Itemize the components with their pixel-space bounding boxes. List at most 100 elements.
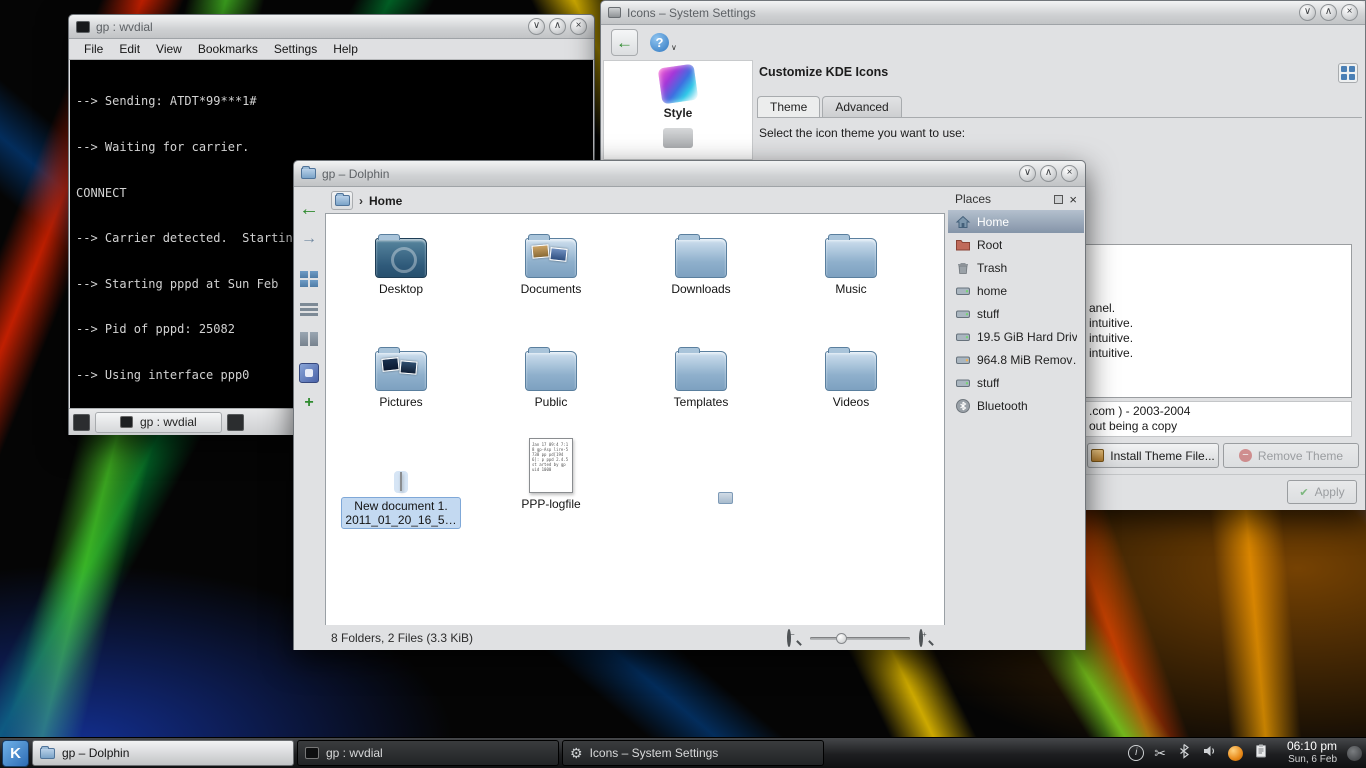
dolphin-titlebar[interactable]: gp – Dolphin ∨ ∧ × [294,161,1085,187]
file-item-music[interactable]: Music [791,220,911,296]
file-item-label: Downloads [641,282,761,296]
tab-advanced[interactable]: Advanced [822,96,901,117]
scissors-icon[interactable]: ✂ [1154,746,1166,760]
new-tab-icon[interactable] [227,414,244,431]
file-item-new-document[interactable]: New document 1. 2011_01_20_16_5… [341,435,461,529]
task-system-settings[interactable]: ⚙ Icons – System Settings [562,740,824,766]
panel-cashew-icon[interactable] [1347,746,1362,761]
icons-view-button[interactable] [296,267,322,291]
add-button[interactable]: + [296,391,322,415]
slider-handle[interactable] [836,633,847,644]
menu-bookmarks[interactable]: Bookmarks [191,41,265,57]
gear-icon: ⚙ [570,746,583,760]
close-icon[interactable]: × [1061,165,1078,182]
dolphin-file-view[interactable]: Desktop Documents Downloads Music Pictur… [325,213,945,626]
close-icon[interactable]: × [570,18,587,35]
maximize-icon[interactable]: ∧ [549,18,566,35]
menu-settings[interactable]: Settings [267,41,324,57]
back-button[interactable]: ← [611,29,638,56]
columns-view-button[interactable] [296,327,322,351]
terminal-titlebar[interactable]: gp : wvdial ∨ ∧ × [69,15,594,39]
file-item-label: Music [791,282,911,296]
places-item-root[interactable]: Root [948,233,1084,256]
preview-button[interactable] [296,361,322,385]
settings-tabs: Theme Advanced [757,96,1362,118]
network-icon[interactable] [1228,746,1243,761]
window-buttons: ∨ ∧ × [528,18,587,35]
terminal-tab[interactable]: gp : wvdial [95,412,222,433]
plus-sign: + [922,630,927,639]
help-icon: ? [650,33,669,52]
remove-theme-button[interactable]: − Remove Theme [1223,443,1359,468]
close-icon[interactable]: × [1341,4,1358,21]
menu-edit[interactable]: Edit [112,41,147,57]
places-item-stuff-2[interactable]: stuff [948,371,1084,394]
file-item-templates[interactable]: Templates [641,333,761,409]
sidebar-item-style[interactable]: Style [604,61,752,120]
settings-titlebar[interactable]: Icons – System Settings ∨ ∧ × [601,1,1365,25]
task-dolphin[interactable]: gp – Dolphin [32,740,294,766]
sidebar-item-partial-icon[interactable] [663,128,693,148]
zoom-in-icon[interactable]: + [919,631,933,645]
places-header: Places × [948,188,1084,210]
file-item-public[interactable]: Public [491,333,611,409]
volume-icon[interactable] [1202,743,1218,764]
back-button[interactable]: ← [296,197,322,221]
dolphin-window: gp – Dolphin ∨ ∧ × › Home ← → + [293,160,1086,650]
overview-grid-icon[interactable] [1338,63,1358,83]
menu-help[interactable]: Help [326,41,365,57]
theme-description-fragment: .com ) - 2003-2004 [1089,404,1190,418]
forward-button[interactable]: → [296,227,322,251]
breadcrumb-root-button[interactable] [331,191,353,210]
minimize-icon[interactable]: ∨ [528,18,545,35]
terminal-line: --> Sending: ATDT*99***1# [76,94,587,109]
details-view-button[interactable] [296,297,322,321]
places-item-label: Bluetooth [977,399,1028,413]
places-item-hard-drive[interactable]: 19.5 GiB Hard Drive [948,325,1084,348]
places-item-home-device[interactable]: home [948,279,1084,302]
help-button[interactable]: ? ∨ [650,33,677,52]
info-icon[interactable]: i [1128,745,1144,761]
zoom-out-icon[interactable]: − [787,631,801,645]
close-panel-icon[interactable]: × [1069,193,1077,206]
file-item-downloads[interactable]: Downloads [641,220,761,296]
maximize-icon[interactable]: ∧ [1040,165,1057,182]
install-theme-label: Install Theme File... [1110,449,1214,463]
clock[interactable]: 06:10 pm Sun, 6 Feb [1280,740,1344,766]
file-item-videos[interactable]: Videos [791,333,911,409]
breadcrumb-path[interactable]: Home [369,194,402,208]
places-item-label: Home [977,215,1009,229]
apply-button[interactable]: ✔ Apply [1287,480,1357,504]
minimize-icon[interactable]: ∨ [1299,4,1316,21]
clock-time: 06:10 pm [1287,740,1337,753]
tab-theme[interactable]: Theme [757,96,820,117]
places-item-stuff[interactable]: stuff [948,302,1084,325]
places-item-removable[interactable]: 964.8 MiB Remov… [948,348,1084,371]
window-buttons: ∨ ∧ × [1299,4,1358,21]
file-item-ppp-logfile[interactable]: Jan 17 09:4 7:18 gp-Asp lire-5738 pp pd[… [491,435,611,511]
remove-theme-label: Remove Theme [1258,449,1343,463]
zoom-slider[interactable] [810,632,910,644]
kde-menu-button[interactable]: K [2,740,29,767]
breadcrumb-separator-icon: › [359,194,363,208]
file-item-pictures[interactable]: Pictures [341,333,461,409]
tab-list-icon[interactable] [73,414,90,431]
file-item-documents[interactable]: Documents [491,220,611,296]
detach-panel-icon[interactable] [1054,195,1063,204]
file-item-desktop[interactable]: Desktop [341,220,461,296]
maximize-icon[interactable]: ∧ [1320,4,1337,21]
clipboard-icon[interactable] [1253,743,1269,764]
places-item-bluetooth[interactable]: Bluetooth [948,394,1084,417]
bluetooth-icon[interactable] [1176,743,1192,764]
apply-check-icon: ✔ [1299,486,1308,499]
places-item-trash[interactable]: Trash [948,256,1084,279]
install-theme-icon [1091,449,1104,462]
task-wvdial[interactable]: gp : wvdial [297,740,559,766]
menu-view[interactable]: View [149,41,189,57]
clock-date: Sun, 6 Feb [1288,753,1337,766]
places-item-home[interactable]: Home [948,210,1084,233]
folder-icon [525,238,577,278]
install-theme-button[interactable]: Install Theme File... [1087,443,1219,468]
minimize-icon[interactable]: ∨ [1019,165,1036,182]
menu-file[interactable]: File [77,41,110,57]
